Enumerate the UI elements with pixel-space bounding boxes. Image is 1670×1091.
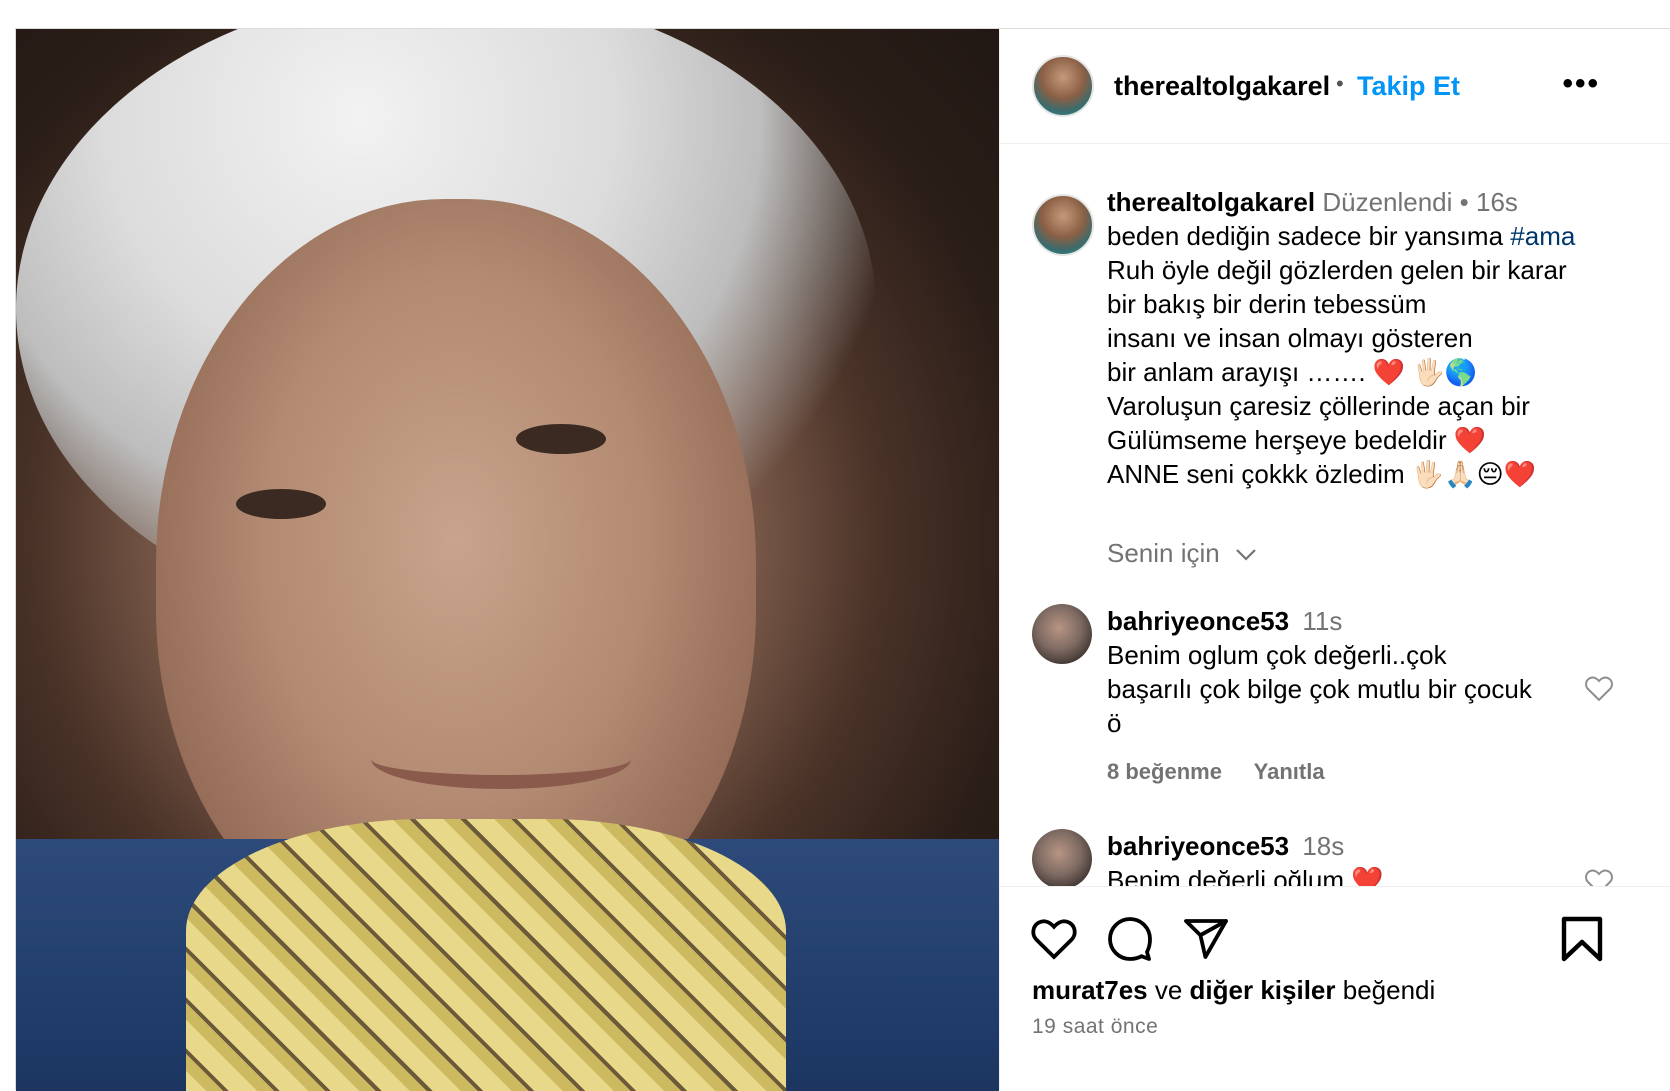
follow-button[interactable]: Takip Et xyxy=(1357,71,1460,102)
comment-actions: 8 beğenme Yanıtla xyxy=(1107,759,1351,785)
post-modal: therealtolgakarel • Takip Et ••• thereal… xyxy=(15,28,1670,1091)
liked-by-user[interactable]: murat7es xyxy=(1032,975,1148,1005)
comment-body: bahriyeonce53 11s Benim oglum çok değerl… xyxy=(1107,604,1577,740)
caption-line: beden dediğin sadece bir yansıma #ama xyxy=(1107,219,1647,253)
caption-line: Gülümseme herşeye bedeldir ❤️ xyxy=(1107,425,1487,455)
caption-line: bir anlam arayışı ……. ❤️ 🖐🏻🌎 xyxy=(1107,357,1478,387)
liked-suffix: beğendi xyxy=(1335,975,1436,1005)
comment-text-line: Benim değerli oğlum ❤️ xyxy=(1107,865,1384,887)
comments-section[interactable]: therealtolgakarel Düzenlendi • 16s beden… xyxy=(1000,145,1670,887)
caption-line: bir bakış bir derin tebessüm xyxy=(1107,289,1427,319)
caption-edited: Düzenlendi xyxy=(1322,187,1453,217)
comment-time[interactable]: 11s xyxy=(1302,606,1342,636)
caption-time[interactable]: 16s xyxy=(1476,187,1518,217)
caption-line: Ruh öyle değil gözlerden gelen bir karar xyxy=(1107,255,1567,285)
commenter-username[interactable]: bahriyeonce53 xyxy=(1107,606,1289,636)
comment-like-count[interactable]: 8 beğenme xyxy=(1107,759,1222,784)
caption-line: Varoluşun çaresiz çöllerinde açan bir xyxy=(1107,391,1530,421)
caption-header: therealtolgakarel Düzenlendi • 16s xyxy=(1107,185,1647,219)
post-header: therealtolgakarel • Takip Et ••• xyxy=(1000,29,1670,144)
comment-text-line: Benim oglum çok değerli..çok xyxy=(1107,640,1447,670)
hashtag-link[interactable]: #ama xyxy=(1510,221,1575,251)
post-image[interactable] xyxy=(16,29,999,1091)
more-icon[interactable]: ••• xyxy=(1562,67,1600,101)
share-icon[interactable] xyxy=(1182,915,1230,963)
comment-time[interactable]: 18s xyxy=(1302,831,1344,861)
caption: therealtolgakarel Düzenlendi • 16s beden… xyxy=(1107,185,1647,491)
likes-summary[interactable]: murat7es ve diğer kişiler beğendi xyxy=(1032,975,1435,1006)
caption-line: insanı ve insan olmayı gösteren xyxy=(1107,323,1473,353)
senin-icin-label: Senin için xyxy=(1107,538,1220,568)
author-avatar[interactable] xyxy=(1032,55,1094,117)
comment-heart-icon[interactable] xyxy=(1584,674,1614,709)
comment-text-line: ö xyxy=(1107,708,1122,738)
image-mouth xyxy=(371,729,631,789)
liked-connector: ve xyxy=(1147,975,1190,1005)
post-footer: murat7es ve diğer kişiler beğendi 19 saa… xyxy=(1000,886,1670,1091)
image-scarf xyxy=(186,819,786,1091)
caption-avatar[interactable] xyxy=(1032,194,1094,256)
commenter-username[interactable]: bahriyeonce53 xyxy=(1107,831,1289,861)
caption-dot: • xyxy=(1459,187,1469,217)
comment-body: bahriyeonce53 18s Benim değerli oğlum ❤️ xyxy=(1107,829,1577,887)
post-sidebar: therealtolgakarel • Takip Et ••• thereal… xyxy=(999,29,1670,1090)
caption-username[interactable]: therealtolgakarel xyxy=(1107,187,1315,217)
commenter-avatar[interactable] xyxy=(1032,604,1092,664)
bookmark-icon[interactable] xyxy=(1560,915,1608,963)
image-eye-left xyxy=(236,489,326,519)
liked-others[interactable]: diğer kişiler xyxy=(1190,975,1336,1005)
comment-icon[interactable] xyxy=(1106,915,1154,963)
caption-line: ANNE seni çokkk özledim 🖐🏻🙏🏻😔❤️ xyxy=(1107,459,1537,489)
translation-toggle[interactable]: Senin için xyxy=(1107,538,1257,569)
heart-icon[interactable] xyxy=(1030,915,1078,963)
commenter-avatar[interactable] xyxy=(1032,829,1092,887)
comment-heart-icon[interactable] xyxy=(1584,867,1614,887)
caption-line-text: beden dediğin sadece bir yansıma xyxy=(1107,221,1511,251)
chevron-down-icon xyxy=(1235,542,1257,568)
author-username[interactable]: therealtolgakarel xyxy=(1114,71,1330,102)
header-separator: • xyxy=(1336,71,1344,96)
image-eye-right xyxy=(516,424,606,454)
comment-text-line: başarılı çok bilge çok mutlu bir çocuk xyxy=(1107,674,1532,704)
post-timestamp[interactable]: 19 saat önce xyxy=(1032,1015,1158,1039)
reply-button[interactable]: Yanıtla xyxy=(1254,759,1325,784)
